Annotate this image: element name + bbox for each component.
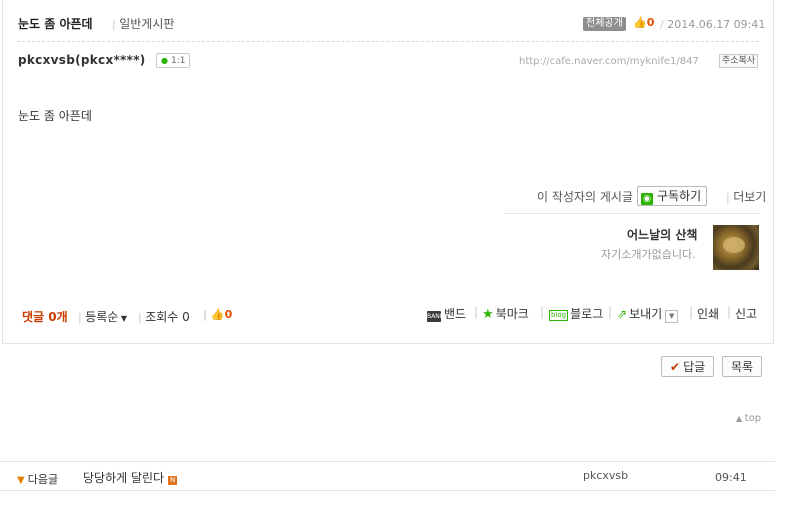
blog-icon: blog (549, 310, 569, 321)
caret-down-icon: ▼ (118, 314, 128, 323)
divider: | (203, 308, 211, 321)
avatar[interactable] (713, 225, 759, 270)
like-count-top: 0 (646, 16, 655, 29)
like-button-bottom[interactable]: | 👍0 (203, 308, 232, 321)
divider: | (540, 305, 545, 319)
share-blog[interactable]: blog 블로그 (549, 305, 603, 322)
divider: | (474, 305, 479, 319)
share-send-label: 보내기 (629, 307, 663, 321)
share-blog-label: 블로그 (570, 307, 604, 321)
next-post-title[interactable]: 당당하게 달린다 N (83, 469, 178, 486)
thumbs-up-icon: 👍 (210, 308, 225, 321)
band-icon: BAND (427, 311, 445, 322)
next-post-author[interactable]: pkcxvsb (583, 469, 628, 482)
writer-nickname[interactable]: 어느날의 산책 (627, 226, 697, 243)
next-post-label: ▼ 다음글 (17, 471, 58, 487)
writer-intro: 자기소개가없습니다. (601, 248, 696, 261)
divider: | (689, 305, 694, 319)
next-post-title-text: 당당하게 달린다 (83, 471, 165, 485)
subscribe-label: 구독하기 (657, 189, 702, 203)
chat-label: 1:1 (170, 56, 186, 66)
view-count: | 조회수 0 (138, 310, 190, 324)
more-link[interactable]: | 더보기 (726, 188, 766, 205)
chevron-down-icon: ▼ (17, 475, 25, 486)
send-arrow-icon: ⇗ (617, 307, 628, 321)
post-body: 눈도 좀 아픈데 (18, 109, 92, 123)
next-post-label-text: 다음글 (27, 473, 59, 486)
list-button[interactable]: 목록 (722, 356, 763, 377)
check-icon: ✔ (670, 360, 681, 374)
reply-button[interactable]: ✔ 답글 (661, 356, 715, 377)
top-label: top (744, 413, 762, 424)
copy-url-button[interactable]: 주소복사 (719, 54, 759, 68)
board-name[interactable]: | 일반게시판 (112, 15, 174, 32)
chat-bubble-icon: ● (161, 56, 168, 65)
post-date-label: 2014.06.17 09:41 (667, 18, 766, 31)
writer-posts-link[interactable]: 이 작성자의 게시글 (537, 188, 633, 205)
like-button-top[interactable]: 👍0 (633, 16, 654, 29)
sort-dropdown[interactable]: | 등록순 ▼ (78, 308, 127, 325)
visibility-badge: 전체공개 (583, 17, 626, 31)
thumbs-up-icon: 👍 (633, 16, 647, 29)
author-id[interactable]: pkcxvsb(pkcx****) (18, 53, 146, 67)
comment-toggle[interactable]: 댓글 0개 (22, 308, 68, 325)
rss-icon: ◉ (641, 193, 653, 205)
star-icon: ★ (482, 307, 494, 322)
header-divider (17, 41, 759, 42)
chat-button[interactable]: ● 1:1 (156, 53, 191, 68)
comment-count: 0개 (48, 310, 68, 324)
share-band[interactable]: BAND밴드 (427, 305, 466, 322)
sort-label: 등록순 (85, 310, 119, 324)
post-frame (2, 0, 774, 344)
share-send[interactable]: ⇗ 보내기 ▼ (617, 305, 679, 323)
more-label: 더보기 (733, 190, 767, 204)
new-badge-icon: N (168, 476, 178, 485)
post-title: 눈도 좀 아픈데 (18, 17, 93, 31)
comment-label: 댓글 (22, 310, 45, 324)
report-link[interactable]: 신고 (735, 305, 757, 322)
share-bookmark[interactable]: ★ 북마크 (482, 305, 529, 322)
share-band-label: 밴드 (444, 307, 467, 321)
subscribe-button[interactable]: ◉ 구독하기 (637, 186, 708, 206)
share-bookmark-label: 북마크 (495, 307, 529, 321)
up-triangle-icon: ▲ (736, 414, 745, 423)
send-dropdown-icon[interactable]: ▼ (665, 310, 679, 323)
post-date: / 2014.06.17 09:41 (660, 18, 766, 31)
divider: | (727, 305, 732, 319)
post-url[interactable]: http://cafe.naver.com/myknife1/847 (519, 56, 699, 67)
reply-label: 답글 (683, 360, 706, 374)
like-count-bottom: 0 (224, 308, 233, 321)
views-label: 조회수 (145, 310, 179, 324)
print-link[interactable]: 인쇄 (697, 305, 719, 322)
profile-divider (504, 213, 760, 214)
top-link[interactable]: ▲ top (736, 413, 761, 424)
views-count: 0 (182, 310, 190, 324)
divider: | (608, 305, 613, 319)
board-name-label: 일반게시판 (119, 17, 175, 31)
next-post-time: 09:41 (715, 471, 747, 484)
